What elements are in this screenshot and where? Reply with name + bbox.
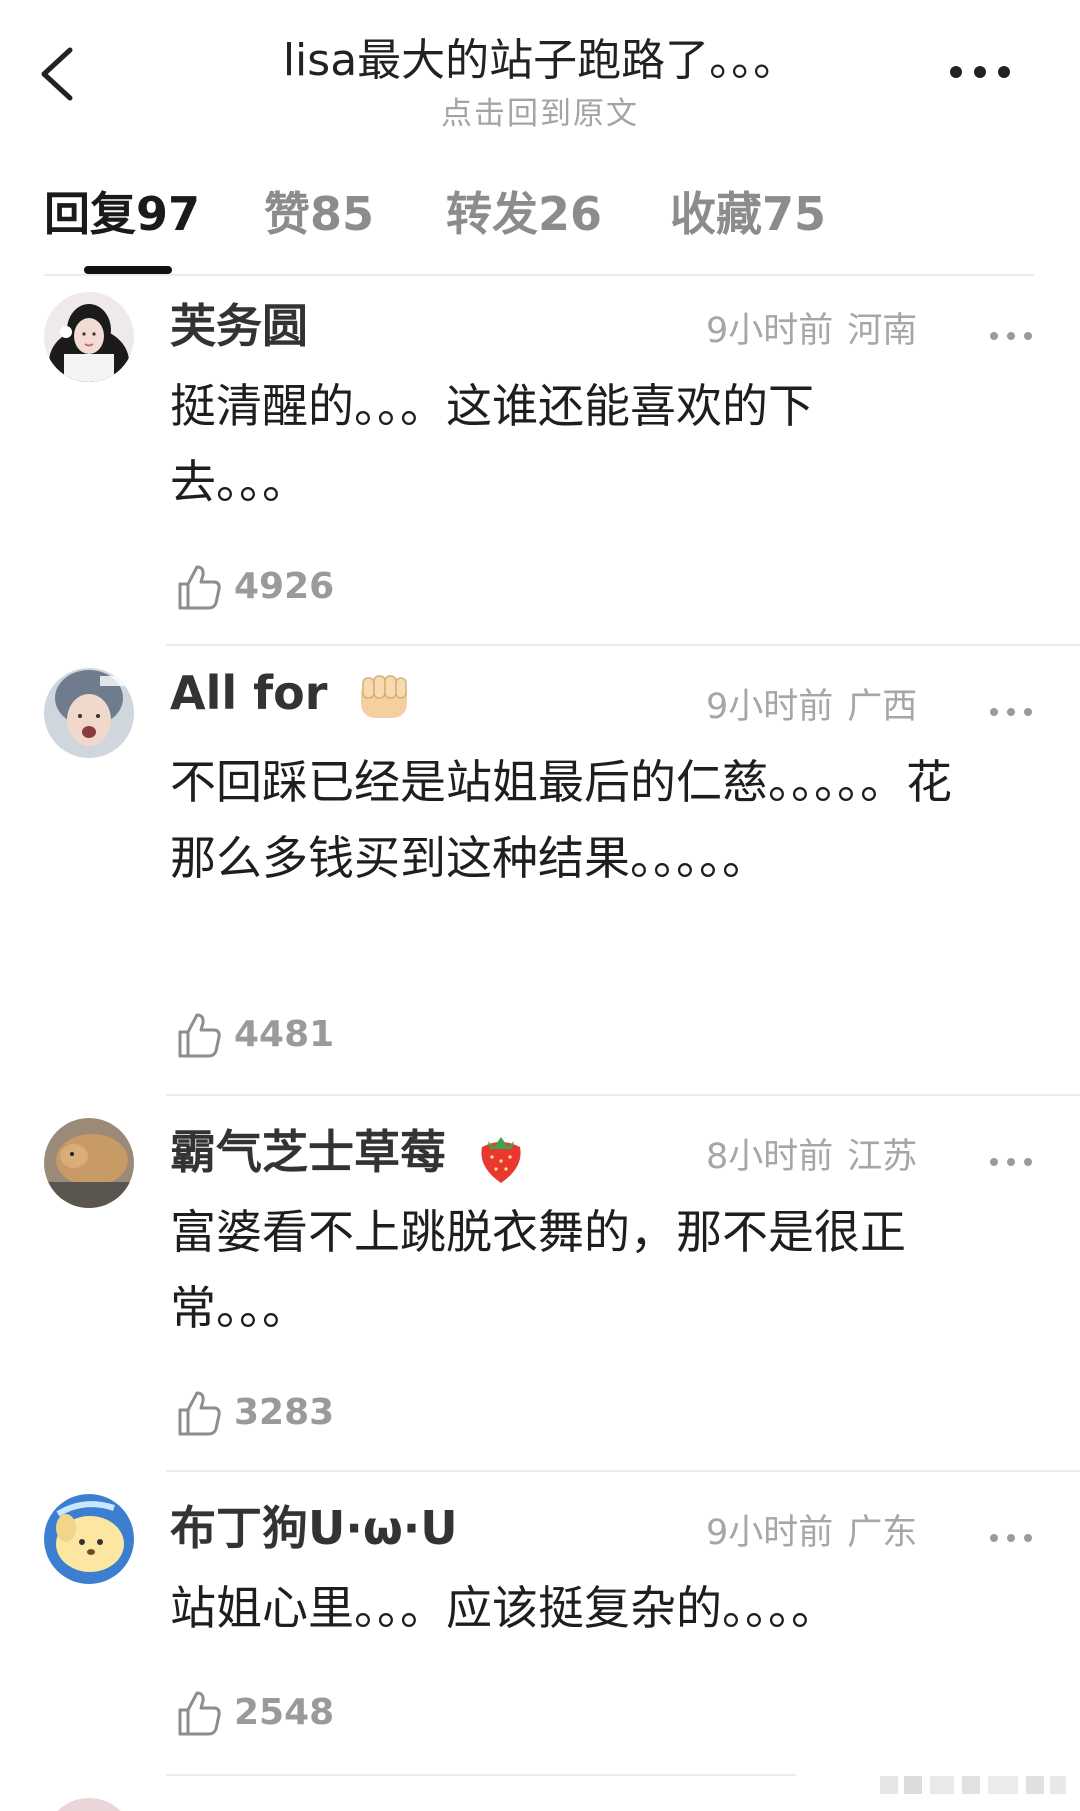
comment-meta: 9小时前 河南 bbox=[706, 302, 917, 353]
comment-time: 9小时前 bbox=[706, 311, 834, 351]
tab-label: 赞 bbox=[264, 187, 310, 241]
avatar[interactable] bbox=[44, 668, 134, 758]
more-horizontal-icon bbox=[990, 332, 1032, 340]
like-count: 3283 bbox=[234, 1392, 335, 1433]
tab-count: 26 bbox=[538, 187, 603, 241]
tab-count: 75 bbox=[762, 187, 827, 241]
back-button[interactable] bbox=[36, 38, 84, 110]
comment-more-button[interactable] bbox=[988, 1156, 1034, 1176]
tab-reposts[interactable]: 转发26 bbox=[446, 178, 602, 244]
comment-more-button[interactable] bbox=[988, 706, 1034, 726]
comment-text: 富婆看不上跳脱衣舞的，那不是很正常。。。 bbox=[170, 1205, 906, 1335]
comment-divider bbox=[166, 1774, 796, 1776]
more-button[interactable] bbox=[944, 56, 1016, 88]
watermark bbox=[880, 1776, 1066, 1794]
username[interactable]: 芙务圆 bbox=[170, 290, 308, 356]
username[interactable]: All for bbox=[170, 666, 413, 724]
tab-likes[interactable]: 赞85 bbox=[264, 178, 374, 244]
avatar[interactable] bbox=[44, 292, 134, 382]
comment-divider bbox=[166, 644, 1080, 646]
post-title[interactable]: lisa最大的站子跑路了。。。 bbox=[150, 24, 930, 88]
comment-text: 不回踩已经是站姐最后的仁慈。。。。。花那么多钱买到这种结果。。。。。 bbox=[170, 755, 952, 885]
comment-text: 站姐心里。。。应该挺复杂的。。。。 bbox=[170, 1581, 837, 1635]
interaction-tabs: 回复97 赞85 转发26 收藏75 bbox=[44, 178, 1036, 268]
comment-time: 9小时前 bbox=[706, 687, 834, 727]
top-bar: lisa最大的站子跑路了。。。 点击回到原文 bbox=[0, 0, 1080, 150]
tab-label: 收藏 bbox=[670, 187, 762, 241]
back-to-original-link[interactable]: 点击回到原文 bbox=[150, 88, 930, 133]
avatar[interactable] bbox=[44, 1798, 134, 1811]
fist-emoji-icon bbox=[361, 674, 408, 718]
username[interactable]: 霸气芝士草莓 bbox=[170, 1116, 528, 1185]
more-horizontal-icon bbox=[990, 1534, 1032, 1542]
more-horizontal-icon bbox=[990, 1158, 1032, 1166]
active-tab-indicator bbox=[84, 266, 172, 274]
like-count: 4481 bbox=[234, 1014, 335, 1055]
username[interactable]: 布丁狗U·ω·U bbox=[170, 1492, 458, 1558]
tab-replies[interactable]: 回复97 bbox=[44, 178, 200, 244]
comment-meta: 9小时前 广西 bbox=[706, 678, 917, 729]
comment-more-button[interactable] bbox=[988, 1532, 1034, 1552]
tab-label: 回复 bbox=[44, 187, 136, 241]
comment-text: 挺清醒的。。。这谁还能喜欢的下去。。。 bbox=[170, 379, 814, 509]
username-text: All for bbox=[170, 666, 328, 720]
comment-divider bbox=[166, 1470, 1080, 1472]
thumbs-up-icon bbox=[178, 1691, 221, 1736]
comments-page: lisa最大的站子跑路了。。。 点击回到原文 回复97 赞85 转发26 收藏7… bbox=[0, 0, 1080, 1811]
more-horizontal-icon bbox=[950, 66, 1010, 78]
tab-favorites[interactable]: 收藏75 bbox=[670, 178, 826, 244]
comment-divider bbox=[166, 1094, 1080, 1096]
like-count: 4926 bbox=[234, 566, 335, 607]
more-horizontal-icon bbox=[990, 708, 1032, 716]
comment-location: 河南 bbox=[847, 311, 918, 351]
comment-location: 江苏 bbox=[847, 1137, 918, 1177]
thumbs-up-icon bbox=[178, 565, 221, 610]
strawberry-emoji-icon bbox=[481, 1136, 521, 1183]
username-text: 霸气芝士草莓 bbox=[170, 1125, 446, 1179]
thumbs-up-icon bbox=[178, 1013, 221, 1058]
avatar[interactable] bbox=[44, 1118, 134, 1208]
tab-count: 85 bbox=[310, 187, 375, 241]
chevron-left-icon bbox=[41, 47, 73, 101]
tab-label: 转发 bbox=[446, 187, 538, 241]
comment-location: 广西 bbox=[847, 687, 918, 727]
tab-count: 97 bbox=[136, 187, 201, 241]
comment-meta: 9小时前 广东 bbox=[706, 1504, 917, 1555]
comment-more-button[interactable] bbox=[988, 330, 1034, 350]
like-count: 2548 bbox=[234, 1692, 335, 1733]
comment-time: 8小时前 bbox=[706, 1137, 834, 1177]
avatar[interactable] bbox=[44, 1494, 134, 1584]
comment-time: 9小时前 bbox=[706, 1513, 834, 1553]
thumbs-up-icon bbox=[178, 1391, 221, 1436]
comment-meta: 8小时前 江苏 bbox=[706, 1128, 917, 1179]
tabs-divider bbox=[44, 274, 1034, 276]
comment-location: 广东 bbox=[847, 1513, 918, 1553]
